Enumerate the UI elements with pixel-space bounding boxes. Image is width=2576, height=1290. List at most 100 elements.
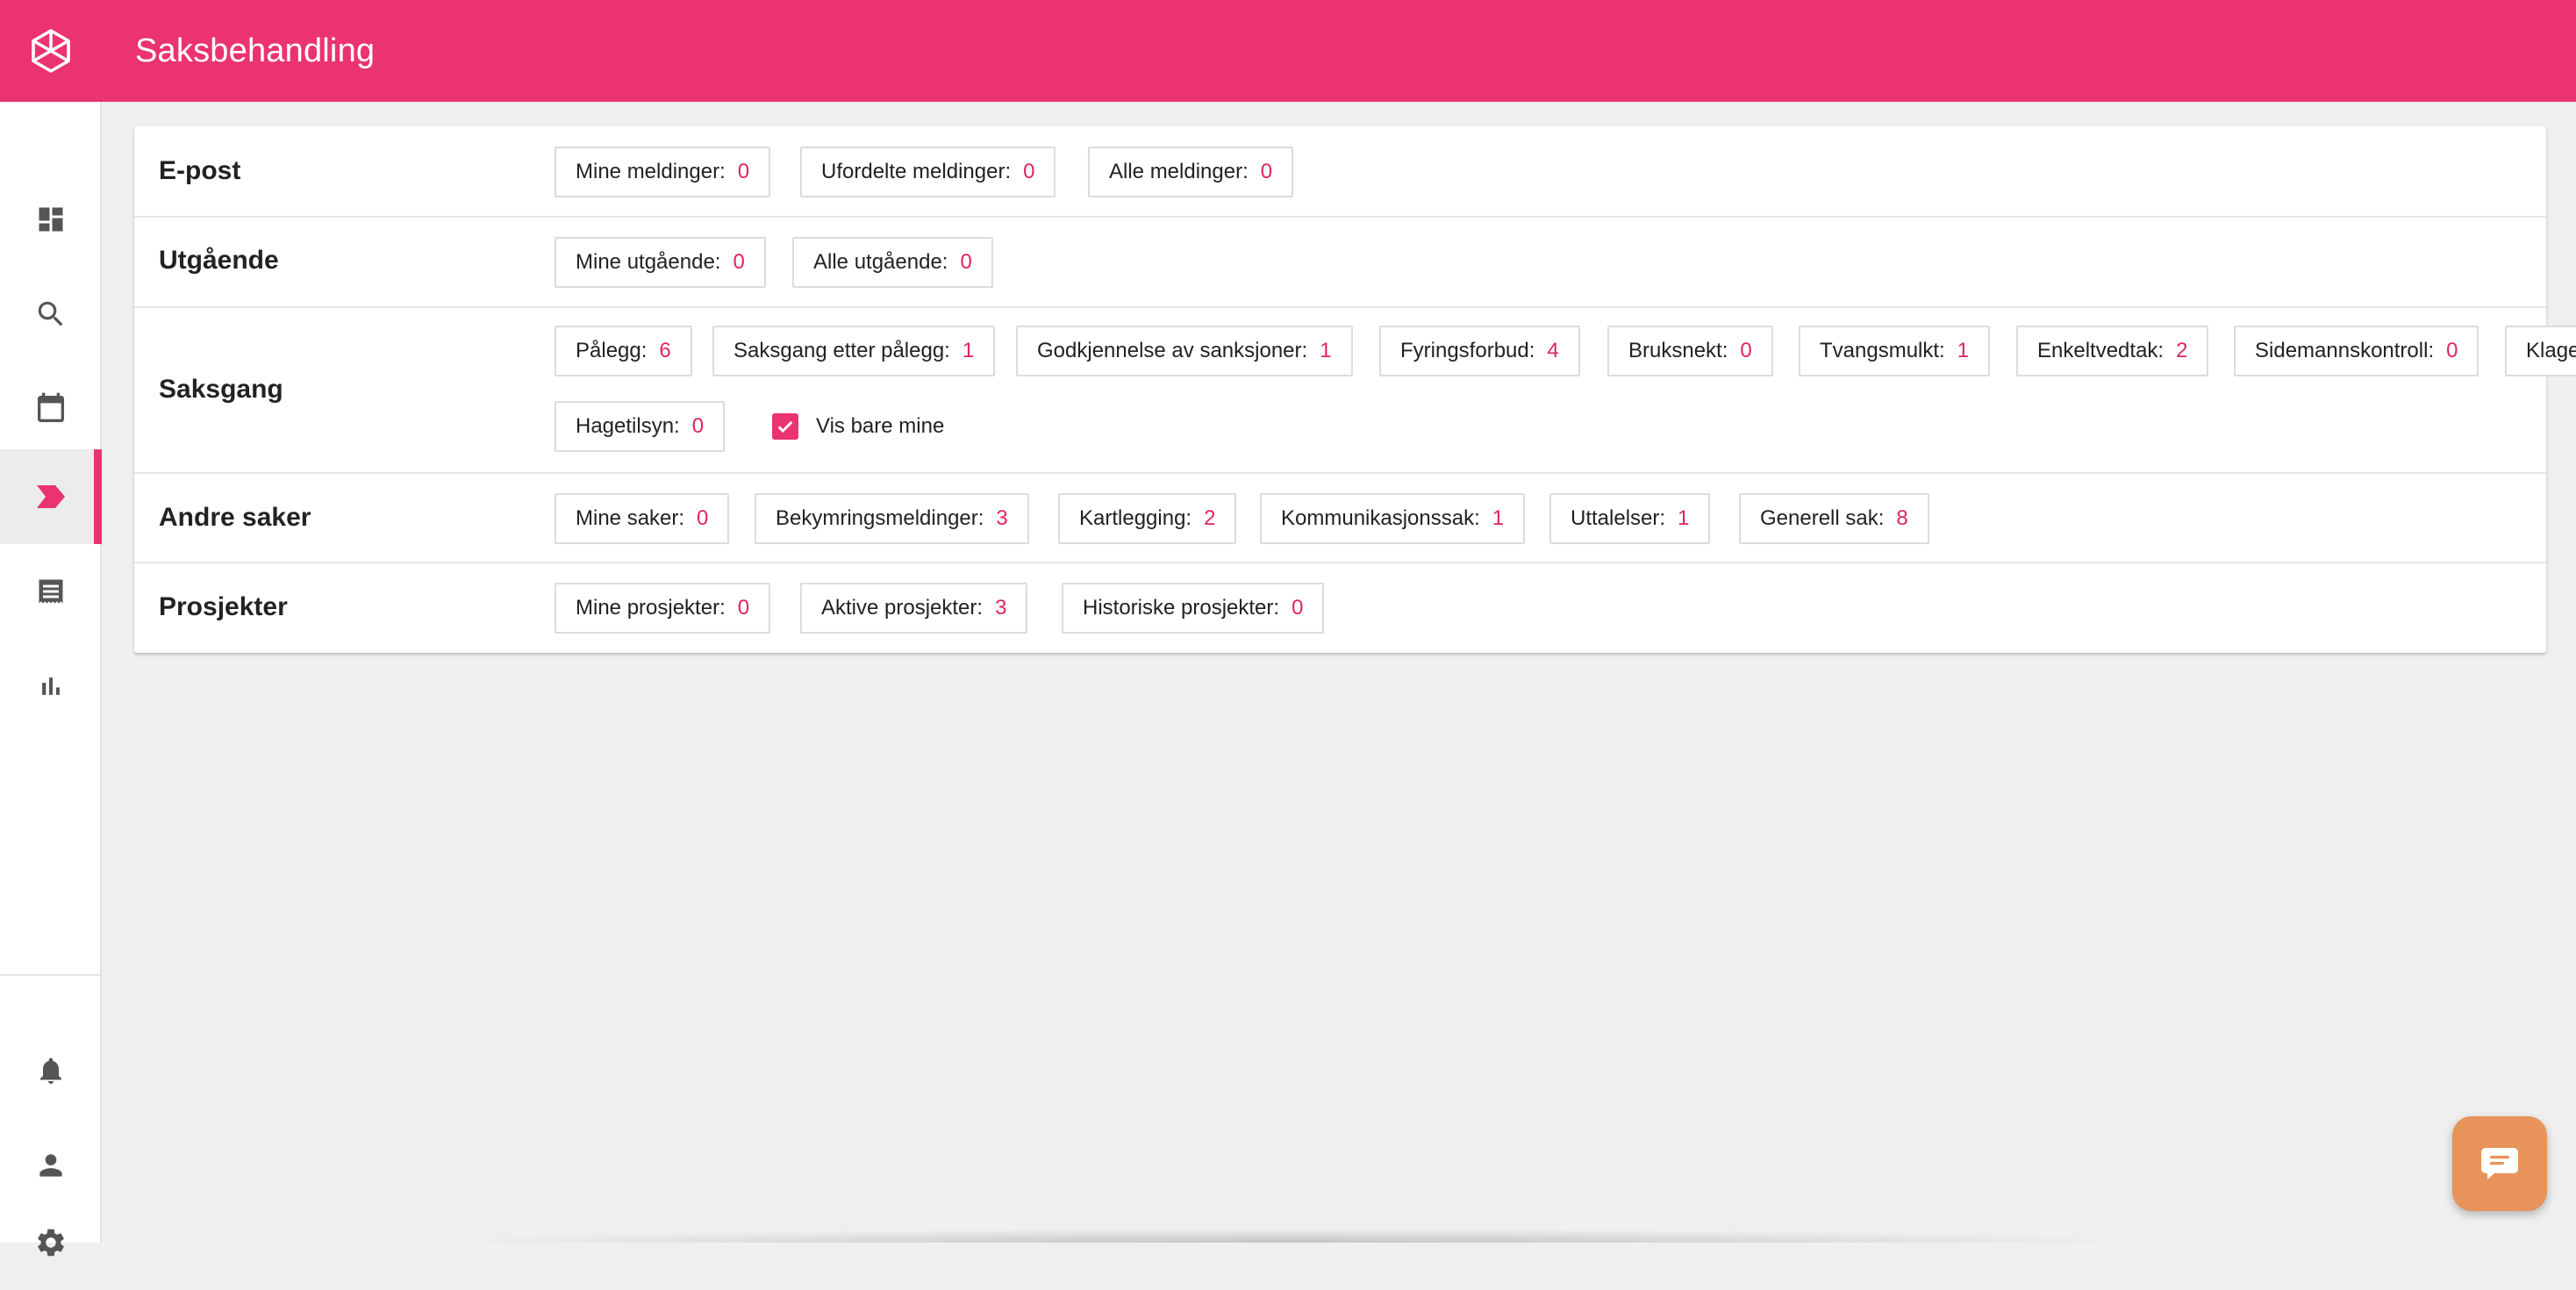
row-utgaende: Utgående Mine utgående: 0 Alle utgående:… bbox=[134, 218, 2546, 308]
chip-mine-meldinger[interactable]: Mine meldinger: 0 bbox=[555, 147, 771, 197]
chip-klage[interactable]: Klage: 0 bbox=[2505, 326, 2576, 376]
person-icon bbox=[39, 1154, 62, 1177]
chip-count: 0 bbox=[1023, 160, 1035, 183]
chip-count: 3 bbox=[996, 506, 1008, 530]
chip-count: 1 bbox=[1320, 339, 1332, 362]
chip-label: Generell sak: bbox=[1760, 506, 1885, 530]
chip-label: Godkjennelse av sanksjoner: bbox=[1037, 339, 1308, 362]
sidebar-item-notifications[interactable] bbox=[0, 1023, 102, 1118]
chip-label: Pålegg: bbox=[576, 339, 648, 362]
chip-bruksnekt[interactable]: Bruksnekt: 0 bbox=[1607, 326, 1773, 376]
chip-count: 4 bbox=[1547, 339, 1559, 362]
chip-count: 0 bbox=[697, 506, 709, 530]
chip-godkjennelse-av-sanksjoner[interactable]: Godkjennelse av sanksjoner: 1 bbox=[1016, 326, 1353, 376]
row-prosjekter: Prosjekter Mine prosjekter: 0 Aktive pro… bbox=[134, 563, 2546, 653]
dashboard-icon bbox=[39, 207, 63, 232]
chip-label: Mine meldinger: bbox=[576, 160, 726, 183]
chip-count: 6 bbox=[659, 339, 671, 362]
top-bar: Saksbehandling bbox=[0, 0, 2576, 102]
chip-count: 1 bbox=[1957, 339, 1970, 362]
chip-label: Aktive prosjekter: bbox=[821, 596, 984, 620]
chip-mine-utgaende[interactable]: Mine utgående: 0 bbox=[555, 237, 766, 288]
chip-palegg[interactable]: Pålegg: 6 bbox=[555, 326, 692, 376]
chip-count: 0 bbox=[733, 250, 745, 274]
chip-count: 0 bbox=[960, 250, 972, 274]
chip-historiske-prosjekter[interactable]: Historiske prosjekter: 0 bbox=[1062, 583, 1325, 634]
calendar-icon bbox=[38, 392, 64, 422]
chip-count: 0 bbox=[1292, 596, 1304, 620]
chip-count: 3 bbox=[995, 596, 1007, 620]
chip-label: Uttalelser: bbox=[1571, 506, 1666, 530]
chip-count: 0 bbox=[2446, 339, 2458, 362]
chip-generell-sak[interactable]: Generell sak: 8 bbox=[1739, 493, 1929, 544]
chip-label: Alle utgående: bbox=[813, 250, 948, 274]
sidebar-item-dashboard[interactable] bbox=[0, 172, 102, 267]
row-epost: E-post Mine meldinger: 0 Ufordelte meldi… bbox=[134, 126, 2546, 218]
sidebar-divider bbox=[0, 974, 102, 976]
chip-label: Mine utgående: bbox=[576, 250, 721, 274]
chip-count: 0 bbox=[737, 596, 750, 620]
chip-kartlegging[interactable]: Kartlegging: 2 bbox=[1058, 493, 1237, 544]
sidebar-item-search[interactable] bbox=[0, 267, 102, 362]
chip-count: 8 bbox=[1896, 506, 1908, 530]
row-saksgang: Saksgang Pålegg: 6 Saksgang etter pålegg… bbox=[134, 308, 2576, 474]
receipt-icon bbox=[39, 579, 63, 604]
sidebar bbox=[0, 102, 102, 1257]
chip-fyringsforbud[interactable]: Fyringsforbud: 4 bbox=[1379, 326, 1580, 376]
chip-bekymringsmeldinger[interactable]: Bekymringsmeldinger: 3 bbox=[755, 493, 1029, 544]
chip-sidemannskontroll[interactable]: Sidemannskontroll: 0 bbox=[2234, 326, 2479, 376]
chip-mine-prosjekter[interactable]: Mine prosjekter: 0 bbox=[555, 583, 771, 634]
chip-count: 0 bbox=[691, 414, 705, 438]
chip-saksgang-etter-palegg[interactable]: Saksgang etter pålegg: 1 bbox=[712, 326, 996, 376]
vis-bare-mine-checkbox[interactable]: Vis bare mine bbox=[772, 401, 944, 452]
chat-icon bbox=[2481, 1148, 2518, 1179]
chip-label: Alle meldinger: bbox=[1109, 160, 1249, 183]
chip-aktive-prosjekter[interactable]: Aktive prosjekter: 3 bbox=[800, 583, 1028, 634]
chip-alle-utgaende[interactable]: Alle utgående: 0 bbox=[792, 237, 993, 288]
chip-count: 0 bbox=[737, 160, 750, 183]
sidebar-item-settings[interactable] bbox=[0, 1195, 102, 1290]
search-icon bbox=[38, 301, 63, 326]
app-logo-icon[interactable] bbox=[0, 0, 102, 102]
chip-count: 0 bbox=[1740, 339, 1752, 362]
chip-count: 2 bbox=[1204, 506, 1216, 530]
chip-tvangsmulkt[interactable]: Tvangsmulkt: 1 bbox=[1799, 326, 1991, 376]
chat-button[interactable] bbox=[2452, 1116, 2547, 1211]
chip-label: Mine saker: bbox=[576, 506, 685, 530]
case-overview-panel: E-post Mine meldinger: 0 Ufordelte meldi… bbox=[134, 126, 2576, 653]
gear-icon bbox=[38, 1229, 64, 1257]
chip-label: Hagetilsyn: bbox=[576, 414, 680, 438]
chip-mine-saker[interactable]: Mine saker: 0 bbox=[555, 493, 730, 544]
row-label-utgaende: Utgående bbox=[159, 246, 279, 275]
sidebar-item-receipts[interactable] bbox=[0, 544, 102, 639]
chip-label: Tvangsmulkt: bbox=[1820, 339, 1945, 362]
chip-label: Mine prosjekter: bbox=[576, 596, 726, 620]
chip-label: Historiske prosjekter: bbox=[1083, 596, 1280, 620]
chip-count: 1 bbox=[962, 339, 975, 362]
sidebar-item-cases[interactable] bbox=[0, 449, 102, 544]
checkbox-label: Vis bare mine bbox=[816, 414, 945, 438]
chip-ufordelte-meldinger[interactable]: Ufordelte meldinger: 0 bbox=[800, 147, 1056, 197]
chip-label: Fyringsforbud: bbox=[1400, 339, 1535, 362]
chip-label: Enkeltvedtak: bbox=[2037, 339, 2165, 362]
bar-chart-icon bbox=[42, 677, 60, 695]
chip-count: 1 bbox=[1492, 506, 1505, 530]
chip-label: Sidemannskontroll: bbox=[2255, 339, 2435, 362]
chip-label: Kartlegging: bbox=[1079, 506, 1192, 530]
sidebar-item-statistics[interactable] bbox=[0, 639, 102, 734]
chip-enkeltvedtak[interactable]: Enkeltvedtak: 2 bbox=[2016, 326, 2209, 376]
sidebar-item-calendar[interactable] bbox=[0, 362, 102, 456]
row-label-epost: E-post bbox=[159, 156, 241, 185]
chip-count: 2 bbox=[2176, 339, 2188, 362]
row-label-andre-saker: Andre saker bbox=[159, 503, 311, 532]
bell-icon bbox=[40, 1057, 61, 1084]
chip-kommunikasjonssak[interactable]: Kommunikasjonssak: 1 bbox=[1260, 493, 1526, 544]
chip-label: Klage: bbox=[2526, 339, 2576, 362]
chip-label: Saksgang etter pålegg: bbox=[733, 339, 950, 362]
checkbox-checked-icon[interactable] bbox=[772, 413, 798, 440]
row-label-saksgang: Saksgang bbox=[159, 375, 283, 404]
app-title: Saksbehandling bbox=[135, 32, 376, 69]
chip-uttalelser[interactable]: Uttalelser: 1 bbox=[1549, 493, 1711, 544]
chip-hagetilsyn[interactable]: Hagetilsyn: 0 bbox=[555, 401, 726, 452]
chip-alle-meldinger[interactable]: Alle meldinger: 0 bbox=[1088, 147, 1294, 197]
